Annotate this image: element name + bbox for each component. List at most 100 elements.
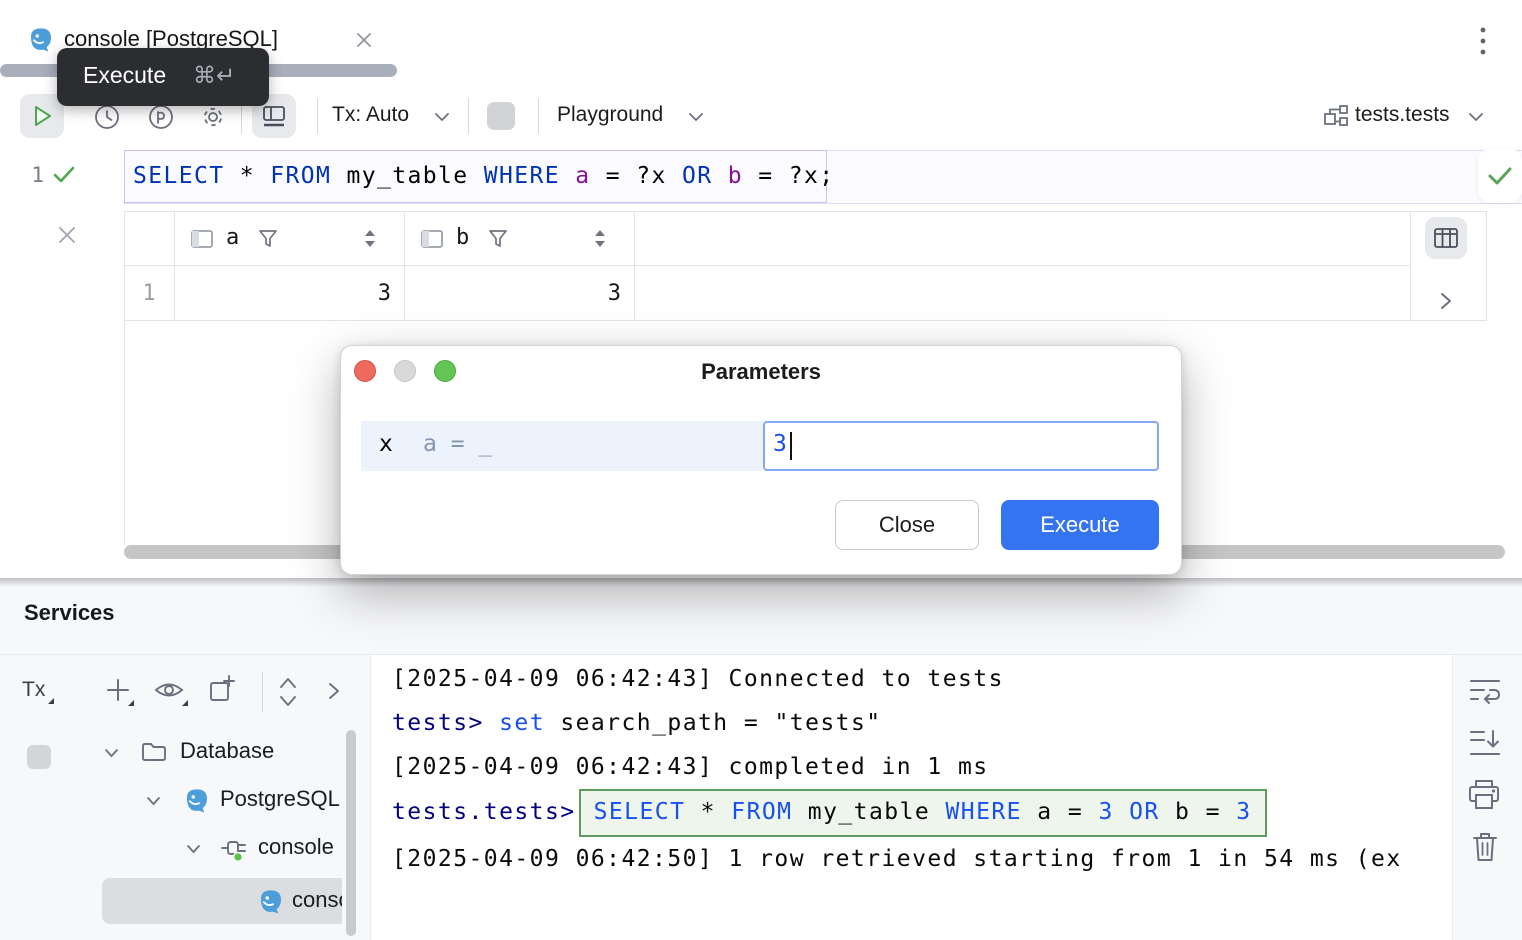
parameters-dialog: Parameters x a = _ 3 Close Execute <box>340 345 1182 575</box>
hide-panel-chevron-icon[interactable] <box>326 680 342 702</box>
tree-label: Database <box>180 738 340 764</box>
parameter-row[interactable]: x a = _ <box>361 421 763 471</box>
console-line: [2025-04-09 06:42:50] 1 row retrieved st… <box>392 837 1416 881</box>
run-icon <box>30 103 54 129</box>
schema-selector[interactable]: tests.tests <box>1355 102 1450 128</box>
text-caret <box>790 432 792 460</box>
grid-border <box>124 211 125 545</box>
close-button[interactable]: Close <box>835 500 979 550</box>
ide-window: console [PostgreSQL] <box>0 0 1522 940</box>
cell-value: 3 <box>378 281 391 306</box>
chevron-down-icon[interactable] <box>1468 112 1484 122</box>
column-header-a[interactable]: a <box>174 212 404 265</box>
dropdown-corner-triangle <box>128 700 134 706</box>
scroll-to-end-icon[interactable] <box>1468 728 1502 760</box>
tree-item-console-file-selected[interactable]: console <box>102 878 342 924</box>
console-line: [2025-04-09 06:42:43] Connected to tests <box>392 657 1416 701</box>
sql-editor: 1 SELECT * FROM my_table WHERE a = ?x OR… <box>0 144 1522 210</box>
executed-statement-box: SELECT * FROM my_table WHERE a = 3 OR b … <box>579 789 1267 837</box>
sort-icon[interactable] <box>594 228 606 250</box>
more-options-icon[interactable] <box>1476 24 1490 58</box>
console-line: tests.tests>SELECT * FROM my_table WHERE… <box>392 789 1416 837</box>
stop-button[interactable] <box>487 102 515 130</box>
tree-item-console-connection[interactable]: console <box>0 832 342 866</box>
schema-icon <box>1323 103 1349 129</box>
in-editor-results-icon <box>261 104 287 128</box>
parameter-expression: a = _ <box>423 431 492 457</box>
column-label: a <box>226 225 239 250</box>
toolbar-separator <box>317 98 318 134</box>
cell-a[interactable]: 3 <box>174 266 404 320</box>
tx-mode-selector[interactable]: Tx: Auto <box>332 102 409 128</box>
column-icon <box>190 229 214 249</box>
parameter-value: 3 <box>773 431 787 457</box>
cell-value: 3 <box>608 281 621 306</box>
settings-gear-icon[interactable] <box>200 104 226 130</box>
gutter-success-check-icon[interactable] <box>52 165 76 185</box>
toolbar-separator <box>262 672 263 712</box>
services-panel-title: Services <box>24 600 115 626</box>
view-options-eye-icon[interactable] <box>154 678 184 702</box>
grid-border <box>1486 211 1487 321</box>
close-results-icon[interactable] <box>56 224 78 246</box>
cell-b[interactable]: 3 <box>404 266 634 320</box>
tree-label: console <box>292 887 342 913</box>
next-page-chevron-icon[interactable] <box>1438 291 1454 311</box>
plug-connection-icon <box>220 834 252 864</box>
tab-close-icon[interactable] <box>354 30 374 50</box>
dropdown-corner-triangle <box>48 698 54 704</box>
filter-icon[interactable] <box>486 227 510 251</box>
tooltip-shortcut: ⌘↵ <box>193 62 235 89</box>
grid-border <box>634 211 635 321</box>
line-number: 1 <box>20 163 44 187</box>
column-label: b <box>456 225 469 250</box>
console-line: tests> set search_path = "tests" <box>392 701 1416 745</box>
folder-icon <box>140 740 168 764</box>
parameter-value-input[interactable]: 3 <box>763 421 1159 471</box>
row-number-cell: 1 <box>124 266 174 320</box>
postgresql-icon <box>182 785 212 815</box>
soft-wrap-icon[interactable] <box>1468 676 1502 708</box>
console-output[interactable]: [2025-04-09 06:42:43] Connected to tests… <box>392 657 1416 940</box>
postgresql-icon <box>26 24 56 54</box>
tree-item-database[interactable]: Database <box>0 736 342 770</box>
results-panel: a b 1 3 <box>0 210 1522 345</box>
execute-tooltip: Execute ⌘↵ <box>57 48 269 106</box>
parameters-icon[interactable] <box>148 104 174 130</box>
tree-item-postgresql[interactable]: PostgreSQL <box>0 784 342 818</box>
sort-icon[interactable] <box>364 228 376 250</box>
tx-toggle-button[interactable]: Tx <box>22 678 45 702</box>
chevron-down-icon[interactable] <box>434 112 450 122</box>
table-grid-icon <box>1433 227 1459 249</box>
expand-collapse-icon[interactable] <box>276 674 300 710</box>
chevron-down-icon[interactable] <box>146 796 161 806</box>
services-panel: Services Tx <box>0 578 1522 940</box>
filter-icon[interactable] <box>256 227 280 251</box>
panel-divider <box>1452 655 1453 940</box>
toolbar-separator <box>468 98 469 134</box>
print-icon[interactable] <box>1466 778 1502 812</box>
tree-label: PostgreSQL <box>220 786 342 812</box>
column-icon <box>420 229 444 249</box>
dialog-title: Parameters <box>341 359 1181 385</box>
grid-border <box>124 320 1487 321</box>
tree-label: console <box>258 834 342 860</box>
execute-dialog-button[interactable]: Execute <box>1001 500 1159 550</box>
table-view-button[interactable] <box>1425 217 1467 259</box>
grid-border <box>1410 211 1411 321</box>
chevron-down-icon[interactable] <box>104 748 119 758</box>
environment-selector[interactable]: Playground <box>557 102 663 128</box>
sql-statement[interactable]: SELECT * FROM my_table WHERE a = ?x OR b… <box>133 161 834 191</box>
history-icon[interactable] <box>94 104 120 130</box>
column-header-b[interactable]: b <box>404 212 634 265</box>
tooltip-label: Execute <box>83 62 166 89</box>
inspection-status-badge[interactable] <box>1478 149 1522 203</box>
tree-vscrollbar-thumb[interactable] <box>346 730 356 936</box>
chevron-down-icon[interactable] <box>688 112 704 122</box>
chevron-down-icon[interactable] <box>186 844 201 854</box>
row-number: 1 <box>142 281 155 306</box>
open-in-new-tab-icon[interactable] <box>208 674 236 704</box>
no-problems-check-icon <box>1487 166 1513 186</box>
clear-output-trash-icon[interactable] <box>1470 830 1500 864</box>
toolbar-separator <box>538 98 539 134</box>
